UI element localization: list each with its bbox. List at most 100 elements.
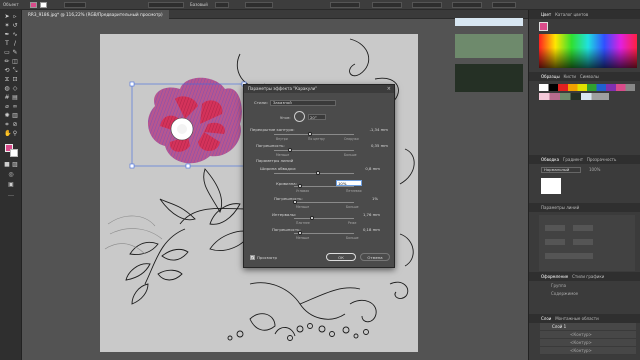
angle-input[interactable]: 20°	[308, 114, 326, 120]
cancel-button[interactable]: Отмена	[360, 253, 390, 261]
tab-gradient[interactable]: Градиент	[563, 157, 583, 162]
path-overlap-track[interactable]	[274, 134, 354, 135]
swatch-row-2[interactable]	[539, 93, 609, 100]
tab-transparency[interactable]: Прозрачность	[587, 157, 616, 162]
screen-mode-icon[interactable]: ▣	[8, 182, 14, 188]
eyedropper-tool-icon[interactable]: ⌀	[4, 104, 10, 110]
width-field[interactable]	[412, 2, 442, 8]
variation1-value[interactable]: 0,35 mm	[362, 143, 388, 148]
layer-row[interactable]: <Контур>	[540, 347, 636, 355]
layer-row-main[interactable]: Слой 1	[540, 323, 636, 331]
eraser-tool-icon[interactable]: ◫	[12, 59, 18, 65]
tab-layers[interactable]: Слои	[541, 316, 551, 321]
layer-row[interactable]: <Контур>	[540, 331, 636, 339]
line-tool-icon[interactable]: /	[12, 41, 18, 47]
slider-knob[interactable]	[310, 216, 314, 220]
variation1-track[interactable]	[274, 150, 354, 151]
stroke-panel-header[interactable]: Обводка Градиент Прозрачность	[529, 155, 640, 164]
rotate-tool-icon[interactable]: ⟲	[4, 68, 10, 74]
angle-dial-icon[interactable]	[294, 111, 305, 122]
preview-checkbox[interactable]: ✓	[250, 255, 255, 260]
height-field[interactable]	[452, 2, 482, 8]
panel-fill-swatch[interactable]	[539, 22, 548, 31]
variation2-track[interactable]	[294, 202, 354, 203]
type-tool-icon[interactable]: T	[4, 41, 10, 47]
slider-knob[interactable]	[298, 231, 302, 235]
brush-field-3[interactable]	[545, 239, 565, 245]
more-tools-icon[interactable]: …	[8, 192, 14, 198]
tab-symbols[interactable]: Символы	[580, 74, 599, 79]
lasso-tool-icon[interactable]: ↺	[12, 23, 18, 29]
brush-field-4[interactable]	[573, 239, 593, 245]
free-transform-tool-icon[interactable]: ⊡	[12, 77, 18, 83]
tab-graphic-styles[interactable]: Стили графики	[572, 274, 604, 279]
brush-field-1[interactable]	[545, 225, 565, 231]
brush-field-2[interactable]	[573, 225, 593, 231]
x-field[interactable]	[330, 2, 360, 8]
stroke-width-value[interactable]: 0,8 mm	[354, 166, 380, 171]
stroke-weight-dropdown[interactable]	[64, 2, 86, 8]
path-overlap-value[interactable]: -1,34 mm	[362, 127, 388, 132]
pencil-tool-icon[interactable]: ✏	[4, 59, 10, 65]
close-icon[interactable]: ×	[387, 85, 391, 93]
magic-wand-tool-icon[interactable]: ✶	[4, 23, 10, 29]
pen-tool-icon[interactable]: ✒	[4, 32, 10, 38]
tab-color[interactable]: Цвет	[541, 12, 551, 17]
settings-select[interactable]: Заказной	[270, 100, 336, 106]
hand-tool-icon[interactable]: ✋	[4, 131, 11, 137]
stroke-swatch[interactable]	[40, 2, 47, 8]
tab-brushes[interactable]: Кисти	[563, 74, 576, 79]
variation3-track[interactable]	[294, 233, 354, 234]
opacity-value[interactable]: 100%	[589, 167, 600, 173]
color-panel-header[interactable]: Цвет Каталог цветов	[529, 10, 640, 19]
stroke-width-track[interactable]	[274, 173, 354, 174]
appearance-panel-header[interactable]: Оформление Стили графики	[529, 272, 640, 281]
direct-selection-tool-icon[interactable]: ▹	[12, 14, 18, 20]
curvature-tool-icon[interactable]: ∿	[12, 32, 18, 38]
color-spectrum[interactable]	[539, 34, 637, 68]
brush-field-5[interactable]	[545, 253, 593, 259]
shape-builder-tool-icon[interactable]: ◍	[4, 86, 10, 92]
tab-swatches[interactable]: Образцы	[541, 74, 560, 79]
slider-knob[interactable]	[316, 171, 320, 175]
swatches-panel-header[interactable]: Образцы Кисти Символы	[529, 72, 640, 81]
y-field[interactable]	[372, 2, 402, 8]
perspective-tool-icon[interactable]: ◇	[12, 86, 18, 92]
spacing-track[interactable]	[294, 218, 354, 219]
color-mode-icon[interactable]: ■	[4, 162, 10, 168]
transform-dropdown[interactable]	[492, 2, 516, 8]
tab-artboards[interactable]: Монтажные области	[555, 316, 598, 321]
scale-tool-icon[interactable]: ⤡	[12, 68, 18, 74]
curviness-track[interactable]	[294, 186, 354, 187]
stroke-color-box[interactable]	[10, 149, 18, 157]
slider-knob[interactable]	[288, 148, 292, 152]
document-tab[interactable]: RR3_9186.jpg* @ 116,22% (RGB/Предварител…	[22, 10, 169, 19]
width-tool-icon[interactable]: ⧖	[4, 77, 10, 83]
slider-knob[interactable]	[308, 132, 312, 136]
graph-tool-icon[interactable]: ▥	[12, 113, 18, 119]
slider-knob[interactable]	[292, 200, 297, 204]
tab-stroke[interactable]: Обводка	[541, 157, 559, 162]
variation3-value[interactable]: 0,18 mm	[354, 227, 380, 232]
tab-color-guide[interactable]: Каталог цветов	[555, 12, 588, 17]
tab-appearance[interactable]: Оформление	[541, 274, 568, 279]
brush-dropdown[interactable]	[148, 2, 184, 8]
gradient-tool-icon[interactable]: ▤	[12, 95, 18, 101]
rectangle-tool-icon[interactable]: ▭	[4, 50, 10, 56]
zoom-tool-icon[interactable]: ⚲	[12, 131, 18, 137]
spacing-value[interactable]: 1,76 mm	[354, 212, 380, 217]
slider-knob[interactable]	[298, 184, 302, 188]
mesh-tool-icon[interactable]: #	[4, 95, 10, 101]
gradient-mode-icon[interactable]: ▨	[12, 162, 18, 168]
selection-tool-icon[interactable]: ➤	[4, 14, 10, 20]
slice-tool-icon[interactable]: ⊘	[12, 122, 18, 128]
paintbrush-tool-icon[interactable]: ✎	[12, 50, 18, 56]
ok-button[interactable]: ОК	[326, 253, 356, 261]
symbol-sprayer-tool-icon[interactable]: ✺	[4, 113, 10, 119]
layer-row[interactable]: <Контур>	[540, 339, 636, 347]
layers-panel-header[interactable]: Слои Монтажные области	[529, 314, 640, 323]
variation2-value[interactable]: 1%	[352, 196, 378, 201]
draw-mode-icon[interactable]: ◎	[8, 172, 14, 178]
opacity-dropdown[interactable]	[215, 2, 229, 8]
style-dropdown[interactable]	[245, 2, 273, 8]
